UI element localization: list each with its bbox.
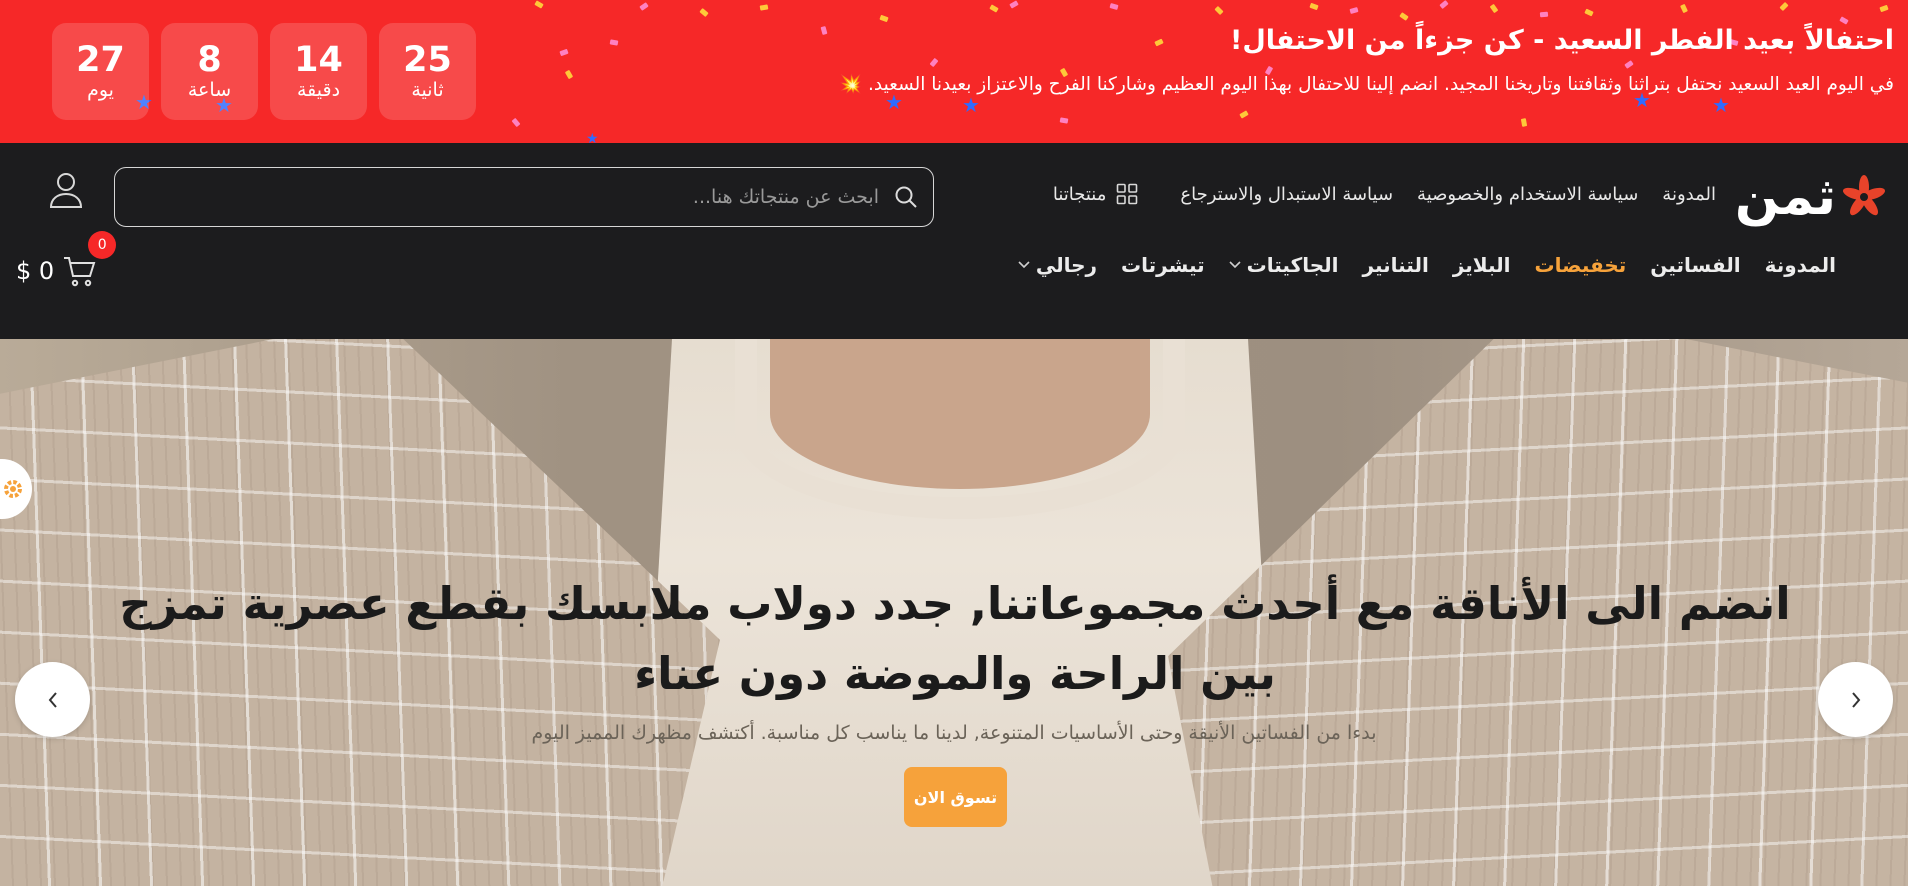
logo-text: ثمن	[1734, 167, 1837, 227]
nav-tshirts[interactable]: تيشرتات	[1121, 253, 1205, 277]
confetti	[1779, 1, 1789, 12]
countdown-minutes-label: دقيقة	[296, 79, 341, 102]
countdown-seconds-value: 25	[403, 39, 452, 80]
nav-skirts[interactable]: التنانير	[1363, 253, 1429, 277]
confetti	[559, 48, 569, 57]
confetti	[1489, 3, 1499, 14]
confetti	[1059, 117, 1069, 124]
cart-count-badge: 0	[88, 231, 117, 259]
confetti	[989, 4, 999, 13]
confetti	[1624, 60, 1634, 69]
promo-text: في اليوم العيد السعيد نحتفل بتراثنا وثقا…	[839, 74, 1894, 95]
star-confetti: ★	[586, 131, 599, 143]
confetti	[1879, 4, 1889, 13]
top-links: المدونة سياسة الاستخدام والخصوصية سياسة …	[1053, 183, 1716, 205]
confetti	[1539, 11, 1549, 18]
countdown-minutes: 14 دقيقة	[270, 23, 367, 120]
top-link-privacy[interactable]: سياسة الاستخدام والخصوصية	[1417, 184, 1638, 205]
star-confetti: ★	[962, 93, 980, 117]
cart-button[interactable]: $ 0 0	[16, 231, 117, 289]
countdown-seconds-label: ثانية	[411, 79, 444, 102]
confetti	[609, 39, 619, 46]
countdown-days-label: يوم	[87, 79, 114, 102]
site-logo[interactable]: ثمن	[1735, 167, 1888, 227]
confetti	[929, 57, 939, 68]
star-confetti: ★	[1712, 93, 1730, 117]
gear-icon	[4, 480, 22, 498]
slider-next-button[interactable]	[1818, 662, 1893, 737]
countdown-hours-label: ساعة	[187, 79, 232, 102]
confetti	[1154, 38, 1164, 47]
hero-image-collar	[735, 339, 1185, 519]
nav-jackets-label: الجاكيتات	[1246, 253, 1339, 277]
top-link-blog[interactable]: المدونة	[1662, 184, 1716, 205]
confetti	[1439, 0, 1449, 9]
hero-slider: انضم الى الأناقة مع أحدث مجموعاتنا, جدد …	[0, 339, 1908, 886]
nav-dresses[interactable]: الفساتين	[1650, 253, 1740, 277]
search-input[interactable]	[359, 186, 879, 208]
main-nav: المدونة الفساتين تخفيضات البلايز التناني…	[1018, 253, 1836, 277]
confetti	[639, 2, 649, 11]
countdown-seconds: 25 ثانية	[379, 23, 476, 120]
confetti	[1309, 2, 1319, 11]
confetti	[1214, 5, 1224, 16]
chevron-right-icon	[1851, 691, 1860, 708]
hero-title: انضم الى الأناقة مع أحدث مجموعاتنا, جدد …	[110, 569, 1800, 709]
products-link-label: منتجاتنا	[1052, 183, 1107, 205]
chevron-left-icon	[48, 691, 57, 708]
hero-title-line1: انضم الى الأناقة مع أحدث مجموعاتنا, جدد …	[119, 577, 1791, 630]
star-confetti: ★	[885, 90, 903, 114]
cart-icon	[64, 257, 96, 287]
confetti	[699, 8, 709, 17]
confetti	[511, 117, 521, 128]
user-icon	[49, 173, 83, 208]
shop-now-button[interactable]: تسوق الان	[904, 767, 1007, 827]
confetti	[1520, 118, 1528, 127]
cart-icon-wrap: 0	[62, 231, 117, 289]
confetti	[759, 4, 769, 11]
promo-banner: ★ ★ ★ ★ ★ ★ ★ احتفالاً بعيد الفطر السعيد…	[0, 0, 1908, 143]
hero-subtitle: بدءا من الفساتين الأنيقة وحتى الأساسيات …	[531, 722, 1377, 744]
logo-flower-icon	[1842, 175, 1886, 216]
confetti	[820, 25, 828, 36]
confetti	[1584, 8, 1594, 17]
countdown-days-value: 27	[76, 39, 125, 80]
confetti	[1349, 7, 1359, 14]
search-icon[interactable]	[893, 184, 919, 210]
nav-men-label: رجالي	[1035, 253, 1098, 277]
confetti	[1399, 12, 1409, 21]
confetti	[1839, 16, 1849, 25]
chevron-down-icon	[1018, 261, 1030, 269]
confetti	[1239, 110, 1249, 119]
countdown-timer: 27 يوم 8 ساعة 14 دقيقة 25 ثانية	[52, 23, 476, 120]
confetti	[1680, 3, 1688, 14]
nav-men[interactable]: رجالي	[1018, 253, 1097, 277]
top-link-returns[interactable]: سياسة الاستبدال والاسترجاع	[1180, 184, 1393, 205]
slider-prev-button[interactable]	[15, 662, 90, 737]
confetti	[1109, 3, 1119, 10]
countdown-minutes-value: 14	[294, 39, 343, 80]
nav-jackets[interactable]: الجاكيتات	[1229, 253, 1339, 277]
promo-title: احتفالاً بعيد الفطر السعيد - كن جزءاً من…	[1230, 25, 1894, 56]
countdown-hours-value: 8	[197, 39, 222, 80]
confetti	[879, 14, 889, 23]
confetti	[564, 69, 574, 80]
nav-blog[interactable]: المدونة	[1765, 253, 1836, 277]
account-button[interactable]	[48, 171, 84, 213]
countdown-days: 27 يوم	[52, 23, 149, 120]
site-header: ثمن المدونة سياسة الاستخدام والخصوصية سي…	[0, 143, 1908, 339]
countdown-hours: 8 ساعة	[161, 23, 258, 120]
hero-title-line2: بين الراحة والموضة دون عناء	[634, 647, 1276, 700]
search-bar	[114, 167, 934, 227]
grid-icon	[1117, 183, 1138, 205]
products-link[interactable]: منتجاتنا	[1053, 183, 1139, 205]
nav-blouses[interactable]: البلايز	[1453, 253, 1511, 277]
confetti	[534, 0, 544, 9]
cart-total: $ 0	[16, 257, 55, 285]
nav-sale[interactable]: تخفيضات	[1535, 253, 1627, 277]
confetti	[1009, 0, 1019, 9]
chevron-down-icon	[1229, 261, 1241, 269]
